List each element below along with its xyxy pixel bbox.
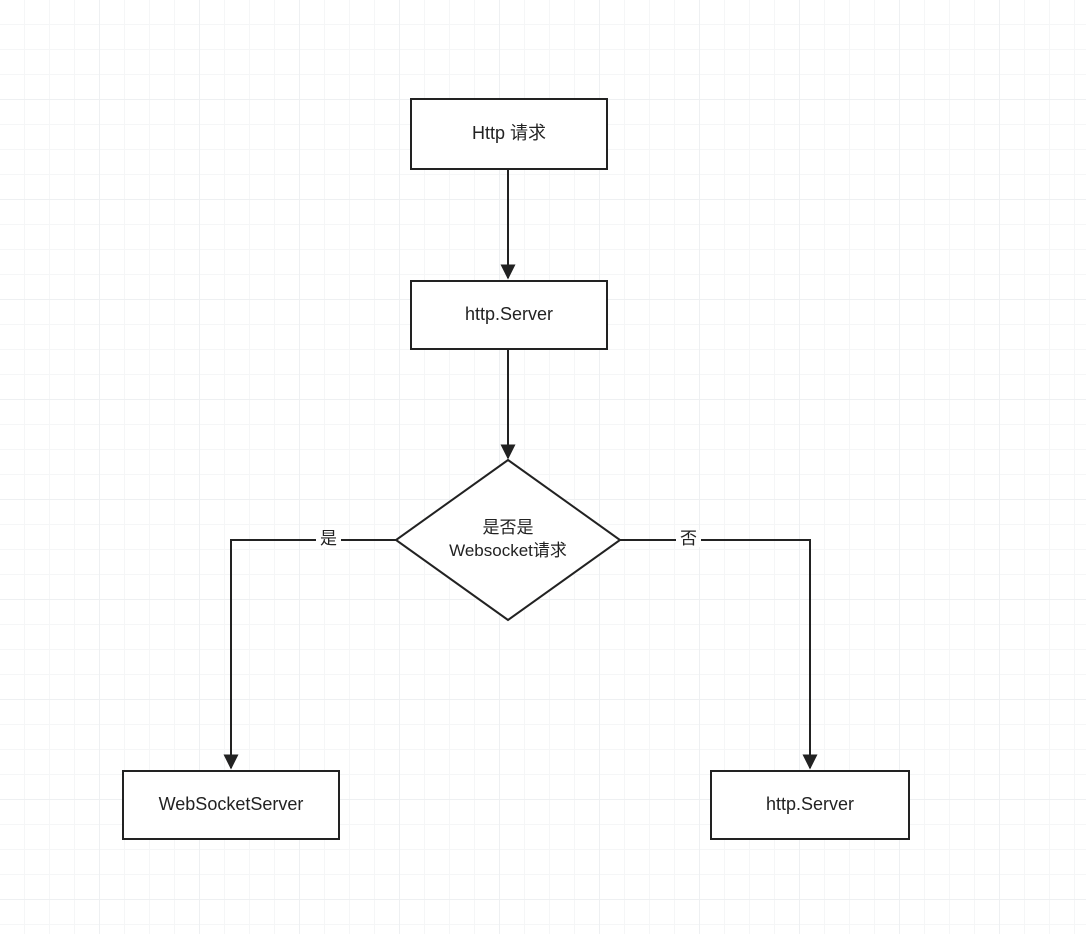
node-http-server-right: http.Server	[710, 770, 910, 840]
node-websocket-server: WebSocketServer	[122, 770, 340, 840]
edge-label-yes: 是	[316, 530, 341, 547]
node-decision: 是否是 Websocket请求	[430, 510, 586, 570]
node-http-server-right-label: http.Server	[766, 793, 854, 816]
node-http-request-label: Http 请求	[472, 122, 546, 145]
decision-line-2: Websocket请求	[449, 540, 567, 563]
edge-decision-yes	[231, 540, 396, 768]
edge-label-no: 否	[676, 530, 701, 547]
edge-decision-no	[620, 540, 810, 768]
node-http-server-top: http.Server	[410, 280, 608, 350]
diagram-canvas: Http 请求 http.Server 是否是 Websocket请求 是 否 …	[0, 0, 1086, 934]
node-http-server-top-label: http.Server	[465, 303, 553, 326]
node-http-request: Http 请求	[410, 98, 608, 170]
decision-line-1: 是否是	[449, 517, 567, 540]
decision-diamond-shape	[396, 460, 620, 620]
node-websocket-server-label: WebSocketServer	[159, 793, 304, 816]
